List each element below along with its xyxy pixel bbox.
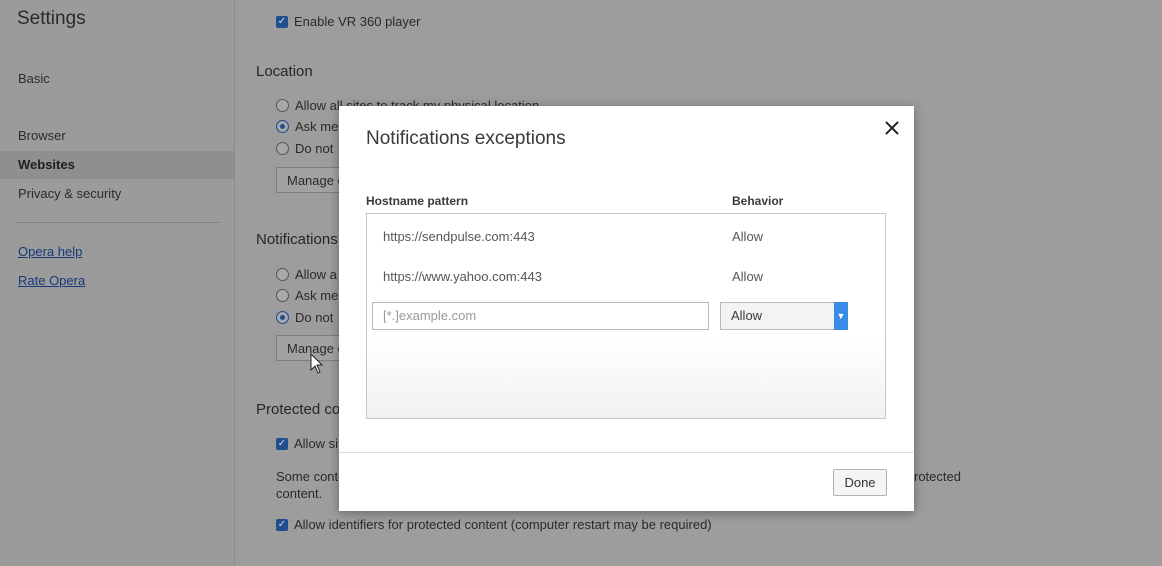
notifications-option-ask[interactable]: Ask me xyxy=(276,288,338,303)
opera-help-link[interactable]: Opera help xyxy=(18,244,82,259)
radio-selected-icon[interactable] xyxy=(276,311,289,324)
app-title: Settings xyxy=(17,8,86,29)
exception-behavior[interactable]: Allow xyxy=(732,229,763,244)
protected-content-title: Protected co xyxy=(256,401,341,418)
radio-icon[interactable] xyxy=(276,289,289,302)
behavior-select[interactable]: Allow ▼ xyxy=(720,302,848,330)
location-title: Location xyxy=(256,63,313,80)
exception-host[interactable]: https://www.yahoo.com:443 xyxy=(383,269,542,284)
behavior-select-value: Allow xyxy=(731,308,763,323)
identifiers-row[interactable]: ✓ Allow identifiers for protected conten… xyxy=(276,517,712,532)
notifications-option-block[interactable]: Do not xyxy=(276,310,333,325)
radio-selected-icon[interactable] xyxy=(276,120,289,133)
radio-icon[interactable] xyxy=(276,268,289,281)
identifiers-label: Allow identifiers for protected content … xyxy=(294,517,712,532)
notifications-option-allow[interactable]: Allow a xyxy=(276,267,337,282)
hostname-pattern-input[interactable]: [*.]example.com xyxy=(372,302,709,330)
close-icon[interactable] xyxy=(885,121,899,135)
protected-description-line2: content. xyxy=(276,486,323,501)
notifications-option-label: Allow a xyxy=(295,267,337,282)
hostname-column-header: Hostname pattern xyxy=(366,194,469,208)
protected-allow-row[interactable]: ✓ Allow si xyxy=(276,436,338,451)
mouse-cursor-icon xyxy=(310,353,324,374)
vr-player-label: Enable VR 360 player xyxy=(294,14,421,29)
protected-description-left: Some conte xyxy=(276,469,346,484)
notifications-exceptions-dialog: Notifications exceptions Hostname patter… xyxy=(339,106,914,511)
location-option-ask[interactable]: Ask me xyxy=(276,119,338,134)
dialog-footer-divider xyxy=(339,452,914,453)
radio-icon[interactable] xyxy=(276,142,289,155)
sidebar-item-privacy[interactable]: Privacy & security xyxy=(18,186,121,201)
rate-opera-link[interactable]: Rate Opera xyxy=(18,273,85,288)
location-option-block[interactable]: Do not xyxy=(276,141,333,156)
sidebar: Settings Basic Browser Websites Privacy … xyxy=(0,0,235,566)
exceptions-list: https://sendpulse.com:443 Allow https://… xyxy=(366,213,886,419)
radio-icon[interactable] xyxy=(276,99,289,112)
exception-behavior[interactable]: Allow xyxy=(732,269,763,284)
checkbox-checked-icon[interactable]: ✓ xyxy=(276,15,288,28)
notifications-title: Notifications xyxy=(256,231,338,248)
sidebar-item-websites[interactable]: Websites xyxy=(0,151,234,179)
checkbox-checked-icon[interactable]: ✓ xyxy=(276,518,288,531)
close-button[interactable] xyxy=(882,118,902,138)
chevron-down-icon[interactable]: ▼ xyxy=(834,302,848,330)
sidebar-item-basic[interactable]: Basic xyxy=(18,71,50,86)
location-option-label: Ask me xyxy=(295,119,339,134)
exception-host[interactable]: https://sendpulse.com:443 xyxy=(383,229,535,244)
protected-description-right: rotected xyxy=(914,469,961,484)
location-option-label: Do not xyxy=(295,141,334,156)
protected-allow-label: Allow si xyxy=(294,436,339,451)
notifications-option-label: Ask me xyxy=(295,288,339,303)
sidebar-item-browser[interactable]: Browser xyxy=(18,128,66,143)
notifications-option-label: Do not xyxy=(295,310,334,325)
vr-player-row[interactable]: ✓ Enable VR 360 player xyxy=(276,14,420,29)
behavior-column-header: Behavior xyxy=(732,194,784,208)
done-button[interactable]: Done xyxy=(833,469,887,496)
checkbox-checked-icon[interactable]: ✓ xyxy=(276,437,288,450)
dialog-title: Notifications exceptions xyxy=(366,128,566,149)
sidebar-divider xyxy=(16,222,220,223)
